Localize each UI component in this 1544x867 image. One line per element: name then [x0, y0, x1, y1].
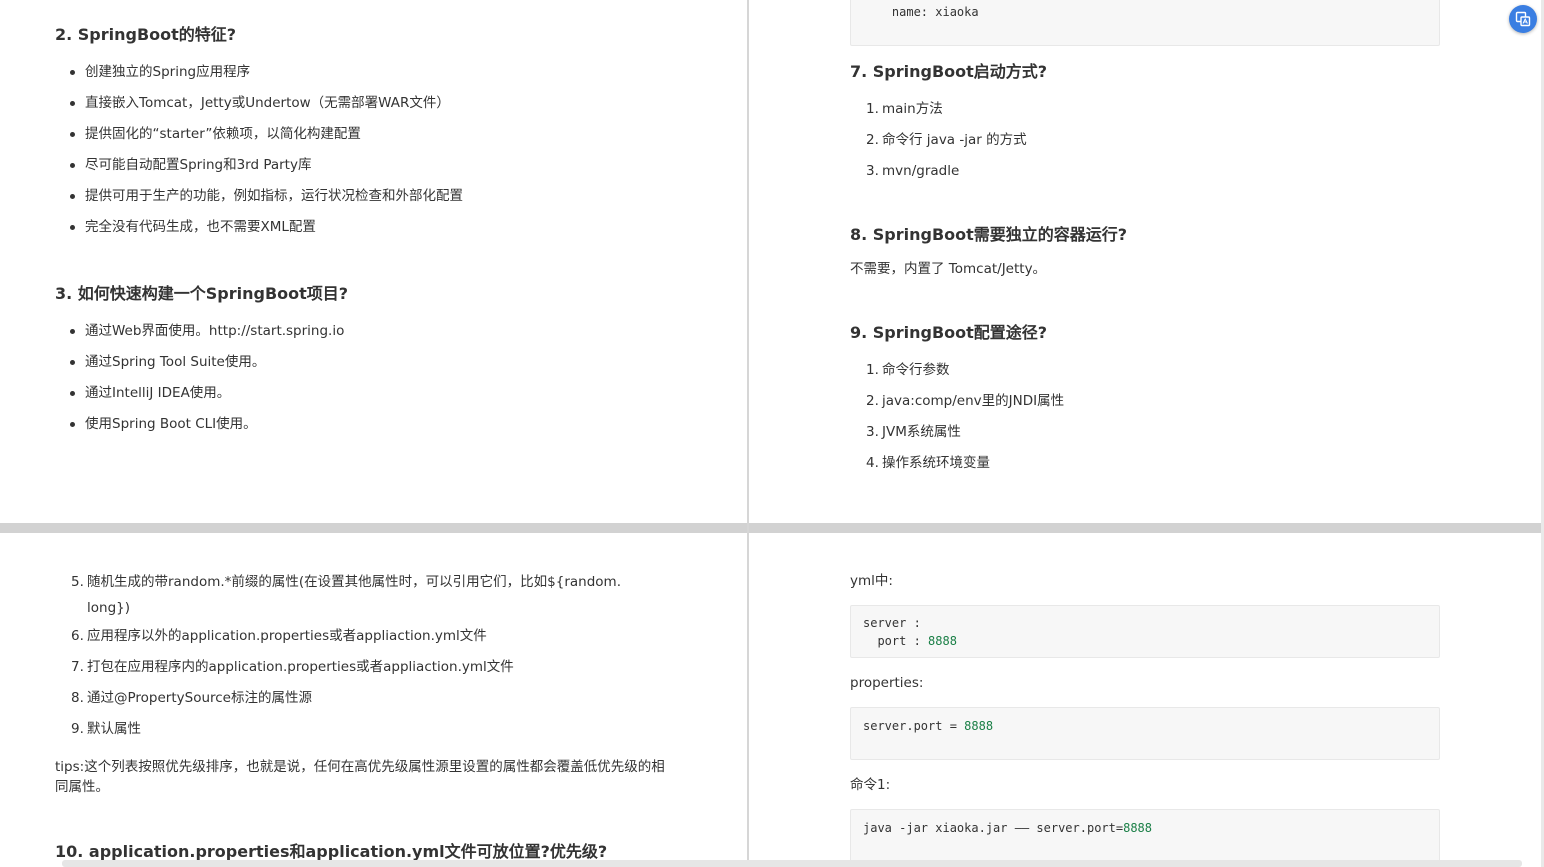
list-number: 2.	[866, 393, 879, 409]
list-item: 完全没有代码生成，也不需要XML配置	[55, 212, 463, 243]
list-item: 5. 随机生成的带random.*前缀的属性(在设置其他属性时，可以引用它们，比如…	[71, 569, 621, 621]
list-item: 2. 命令行 java -jar 的方式	[866, 125, 1027, 156]
heading-container: 8. SpringBoot需要独立的容器运行?	[850, 225, 1128, 244]
list-item: 6. 应用程序以外的application.properties或者appliac…	[71, 621, 621, 652]
tips-line: tips:这个列表按照优先级排序，也就是说，任何在高优先级属性源里设置的属性都会…	[55, 759, 665, 775]
tips-paragraph: tips:这个列表按照优先级排序，也就是说，任何在高优先级属性源里设置的属性都会…	[55, 757, 665, 797]
code-block-yml: server : port : 8888	[850, 605, 1440, 658]
heading-start-methods: 7. SpringBoot启动方式?	[850, 62, 1048, 81]
code-line: server.port =	[863, 719, 965, 733]
translate-button[interactable]	[1509, 5, 1537, 33]
list-text: 命令行 java -jar 的方式	[882, 132, 1027, 148]
list-number: 3.	[866, 163, 879, 179]
code-number: 8888	[1123, 821, 1152, 835]
code-line: port :	[863, 634, 929, 648]
list-number: 5.	[71, 574, 84, 590]
list-item: 提供固化的“starter”依赖项，以简化构建配置	[55, 119, 463, 150]
code-line: server :	[863, 616, 921, 630]
doc-page-3: 5. 随机生成的带random.*前缀的属性(在设置其他属性时，可以引用它们，比如…	[0, 533, 747, 867]
list-text: 命令行参数	[882, 362, 950, 378]
horizontal-scrollbar[interactable]	[62, 860, 1522, 867]
label-properties: properties:	[850, 675, 924, 691]
label-cmd: 命令1:	[850, 777, 891, 793]
list-item: 直接嵌入Tomcat，Jetty或Undertow（无需部署WAR文件）	[55, 88, 463, 119]
tips-line: 同属性。	[55, 779, 109, 795]
list-number: 7.	[71, 659, 84, 675]
list-item: 1. 命令行参数	[866, 355, 1064, 386]
list-text: java:comp/env里的JNDI属性	[882, 393, 1065, 409]
heading-quick-build: 3. 如何快速构建一个SpringBoot项目?	[55, 284, 349, 303]
list-item: 3. mvn/gradle	[866, 156, 1027, 187]
config-priority-list: 5. 随机生成的带random.*前缀的属性(在设置其他属性时，可以引用它们，比如…	[71, 569, 621, 745]
list-item: 通过IntelliJ IDEA使用。	[55, 378, 344, 409]
list-text: 默认属性	[87, 721, 141, 737]
list-number: 2.	[866, 132, 879, 148]
heading-springboot-features: 2. SpringBoot的特征?	[55, 25, 237, 44]
translate-icon	[1515, 11, 1531, 27]
list-item: 尽可能自动配置Spring和3rd Party库	[55, 150, 463, 181]
list-number: 6.	[71, 628, 84, 644]
answer-container: 不需要，内置了 Tomcat/Jetty。	[850, 261, 1047, 277]
code-block-cmd: java -jar xiaoka.jar —— server.port=8888	[850, 809, 1440, 867]
list-text: 操作系统环境变量	[882, 455, 990, 471]
list-number: 1.	[866, 362, 879, 378]
list-item: 3. JVM系统属性	[866, 417, 1064, 448]
list-text: 随机生成的带random.*前缀的属性(在设置其他属性时，可以引用它们，比如${…	[87, 574, 621, 590]
code-block-yaml-name: name: xiaoka	[850, 0, 1440, 46]
label-yml: yml中:	[850, 573, 893, 589]
config-ways-list: 1. 命令行参数 2. java:comp/env里的JNDI属性 3. JVM系统属…	[866, 355, 1064, 479]
list-item: 9. 默认属性	[71, 714, 621, 745]
doc-page-2: name: xiaoka 7. SpringBoot启动方式? 1. main方法…	[749, 0, 1541, 523]
build-ways-list: 通过Web界面使用。http://start.spring.io 通过Sprin…	[55, 316, 344, 440]
list-item: 1. main方法	[866, 94, 1027, 125]
code-line: java -jar xiaoka.jar —— server.port=	[863, 821, 1124, 835]
list-number: 8.	[71, 690, 84, 706]
list-item: 创建独立的Spring应用程序	[55, 57, 463, 88]
list-number: 4.	[866, 455, 879, 471]
list-text: main方法	[882, 101, 943, 117]
code-line: name: xiaoka	[863, 5, 979, 19]
code-block-properties: server.port = 8888	[850, 707, 1440, 760]
start-ways-list: 1. main方法 2. 命令行 java -jar 的方式 3. mvn/gradl…	[866, 94, 1027, 187]
list-number: 1.	[866, 101, 879, 117]
list-item: 2. java:comp/env里的JNDI属性	[866, 386, 1064, 417]
list-number: 3.	[866, 424, 879, 440]
list-text: 通过@PropertySource标注的属性源	[87, 690, 312, 706]
code-number: 8888	[964, 719, 994, 733]
list-item: 提供可用于生产的功能，例如指标，运行状况检查和外部化配置	[55, 181, 463, 212]
list-text: mvn/gradle	[882, 163, 960, 179]
list-text: 应用程序以外的application.properties或者appliacti…	[87, 628, 487, 644]
heading-config-ways: 9. SpringBoot配置途径?	[850, 323, 1048, 342]
list-text: JVM系统属性	[882, 424, 961, 440]
page-separator-vertical	[747, 0, 749, 867]
list-text: 打包在应用程序内的application.properties或者appliac…	[87, 659, 514, 675]
doc-page-1: 2. SpringBoot的特征? 创建独立的Spring应用程序 直接嵌入To…	[0, 0, 747, 523]
code-number: 8888	[928, 634, 957, 648]
page-separator-horizontal	[0, 523, 1541, 533]
list-item: 4. 操作系统环境变量	[866, 448, 1064, 479]
list-item: 7. 打包在应用程序内的application.properties或者appli…	[71, 652, 621, 683]
list-text-continued: long})	[87, 600, 130, 616]
list-item: 8. 通过@PropertySource标注的属性源	[71, 683, 621, 714]
list-item: 通过Web界面使用。http://start.spring.io	[55, 316, 344, 347]
list-item: 使用Spring Boot CLI使用。	[55, 409, 344, 440]
list-number: 9.	[71, 721, 84, 737]
list-item: 通过Spring Tool Suite使用。	[55, 347, 344, 378]
features-list: 创建独立的Spring应用程序 直接嵌入Tomcat，Jetty或Underto…	[55, 57, 463, 243]
doc-page-4: yml中: server : port : 8888 properties: s…	[749, 533, 1541, 867]
